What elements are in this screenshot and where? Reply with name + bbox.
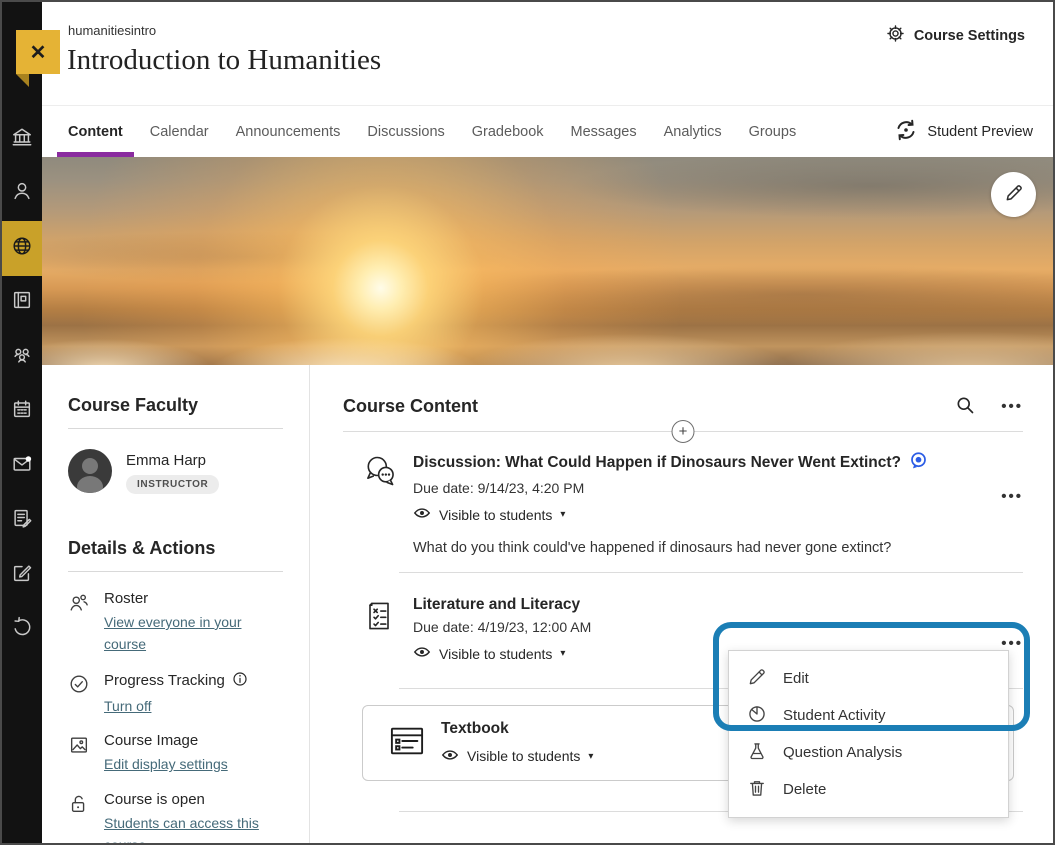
visibility-dropdown[interactable]: Visible to students ▾ bbox=[441, 746, 593, 767]
item-title-link[interactable]: Textbook bbox=[441, 720, 509, 738]
nav-institution[interactable] bbox=[2, 112, 42, 167]
check-circle-icon bbox=[68, 671, 92, 717]
open-lock-icon bbox=[68, 791, 92, 845]
course-content-heading: Course Content bbox=[343, 396, 478, 417]
menu-item-delete[interactable]: Delete bbox=[729, 771, 1008, 808]
details-actions-heading: Details & Actions bbox=[68, 538, 283, 559]
eye-icon bbox=[413, 504, 431, 525]
tab-analytics[interactable]: Analytics bbox=[664, 106, 722, 157]
nav-grades[interactable] bbox=[2, 494, 42, 549]
page-title: Introduction to Humanities bbox=[67, 44, 381, 77]
chevron-down-icon: ▾ bbox=[560, 509, 565, 520]
content-item-discussion: Discussion: What Could Happen if Dinosau… bbox=[343, 432, 1023, 572]
menu-item-edit[interactable]: Edit bbox=[729, 660, 1008, 697]
grades-icon bbox=[11, 507, 33, 534]
chevron-down-icon: ▾ bbox=[560, 648, 565, 659]
sign-out-icon bbox=[11, 616, 33, 643]
nav-messages[interactable] bbox=[2, 439, 42, 494]
item-title-link[interactable]: Literature and Literacy bbox=[413, 596, 580, 614]
item-title-link[interactable]: Discussion: What Could Happen if Dinosau… bbox=[413, 454, 901, 472]
course-tabbar: Content Calendar Announcements Discussio… bbox=[42, 105, 1053, 157]
course-details-panel: Course Faculty Emma Harp INSTRUCTOR Deta… bbox=[42, 365, 310, 843]
course-image-link[interactable]: Edit display settings bbox=[104, 753, 228, 775]
visibility-dropdown[interactable]: Visible to students ▾ bbox=[413, 504, 1023, 525]
divider bbox=[68, 428, 283, 429]
tools-icon bbox=[11, 562, 33, 589]
item-description: What do you think could've happened if d… bbox=[413, 540, 1023, 556]
image-icon bbox=[68, 732, 92, 775]
roster-icon bbox=[68, 590, 92, 656]
document-icon bbox=[388, 724, 426, 763]
student-preview-icon bbox=[894, 118, 918, 146]
eye-icon bbox=[413, 643, 431, 664]
info-icon[interactable] bbox=[232, 671, 248, 691]
nav-sign-out[interactable] bbox=[2, 603, 42, 658]
organizations-icon bbox=[11, 344, 33, 371]
tab-announcements[interactable]: Announcements bbox=[236, 106, 341, 157]
roster-link[interactable]: View everyone in your course bbox=[104, 611, 283, 656]
nav-organizations[interactable] bbox=[2, 330, 42, 385]
tab-groups[interactable]: Groups bbox=[749, 106, 797, 157]
detail-row-course-open: Course is open Students can access this … bbox=[68, 791, 283, 845]
messages-icon bbox=[11, 453, 33, 480]
content-more-options-button[interactable]: ••• bbox=[1001, 398, 1023, 415]
course-banner-image bbox=[42, 157, 1053, 365]
course-settings-button[interactable]: Course Settings bbox=[886, 24, 1025, 47]
detail-row-progress-tracking: Progress Tracking Turn off bbox=[68, 671, 283, 717]
faculty-member[interactable]: Emma Harp INSTRUCTOR bbox=[68, 449, 283, 494]
detail-row-course-image: Course Image Edit display settings bbox=[68, 732, 283, 775]
search-button[interactable] bbox=[955, 395, 975, 418]
tab-discussions[interactable]: Discussions bbox=[367, 106, 444, 157]
faculty-name: Emma Harp bbox=[126, 449, 219, 469]
close-course-tag[interactable]: ✕ bbox=[16, 30, 60, 74]
menu-item-question-analysis[interactable]: Question Analysis bbox=[729, 734, 1008, 771]
test-icon bbox=[362, 596, 398, 664]
calendar-icon bbox=[11, 398, 33, 425]
discussion-icon bbox=[362, 451, 398, 556]
search-icon bbox=[955, 395, 975, 418]
due-date: Due date: 9/14/23, 4:20 PM bbox=[413, 480, 1023, 496]
profile-icon bbox=[11, 180, 33, 207]
nav-courses[interactable] bbox=[2, 276, 42, 331]
avatar bbox=[68, 449, 112, 493]
eye-icon bbox=[441, 746, 459, 767]
due-date: Due date: 4/19/23, 12:00 AM bbox=[413, 619, 1023, 635]
nav-activity-stream[interactable] bbox=[2, 221, 42, 276]
course-header: humanitiesintro Introduction to Humaniti… bbox=[42, 2, 1053, 105]
item-context-menu: Edit Student Activity Question Analysis … bbox=[728, 650, 1009, 818]
pie-chart-icon bbox=[747, 704, 767, 728]
course-page: ✕ humanitiesintro Introduction to Humani… bbox=[0, 0, 1055, 845]
discussion-more-options-button[interactable]: ••• bbox=[1001, 488, 1023, 505]
institution-icon bbox=[11, 126, 33, 153]
pencil-icon bbox=[1004, 183, 1024, 206]
courses-icon bbox=[11, 289, 33, 316]
base-nav-rail bbox=[2, 2, 42, 843]
nav-tools[interactable] bbox=[2, 548, 42, 603]
role-badge: INSTRUCTOR bbox=[126, 475, 219, 494]
nav-profile[interactable] bbox=[2, 167, 42, 222]
edit-banner-button[interactable] bbox=[991, 172, 1036, 217]
tab-gradebook[interactable]: Gradebook bbox=[472, 106, 544, 157]
progress-tracking-link[interactable]: Turn off bbox=[104, 695, 151, 717]
course-faculty-heading: Course Faculty bbox=[68, 395, 283, 416]
course-open-link[interactable]: Students can access this course bbox=[104, 812, 283, 845]
chevron-down-icon: ▾ bbox=[588, 751, 593, 762]
pencil-icon bbox=[747, 667, 767, 691]
detail-row-roster: Roster View everyone in your course bbox=[68, 590, 283, 656]
close-icon: ✕ bbox=[30, 40, 47, 65]
tab-calendar[interactable]: Calendar bbox=[150, 106, 209, 157]
discussion-badge-icon bbox=[909, 451, 928, 475]
trash-icon bbox=[747, 778, 767, 802]
gear-icon bbox=[886, 24, 905, 47]
tab-content[interactable]: Content bbox=[68, 106, 123, 157]
globe-icon bbox=[11, 235, 33, 262]
menu-item-student-activity[interactable]: Student Activity bbox=[729, 697, 1008, 734]
divider bbox=[68, 571, 283, 572]
nav-calendar[interactable] bbox=[2, 385, 42, 440]
student-preview-button[interactable]: Student Preview bbox=[894, 106, 1033, 158]
breadcrumb: humanitiesintro bbox=[68, 23, 156, 38]
flask-icon bbox=[747, 741, 767, 765]
tab-messages[interactable]: Messages bbox=[571, 106, 637, 157]
